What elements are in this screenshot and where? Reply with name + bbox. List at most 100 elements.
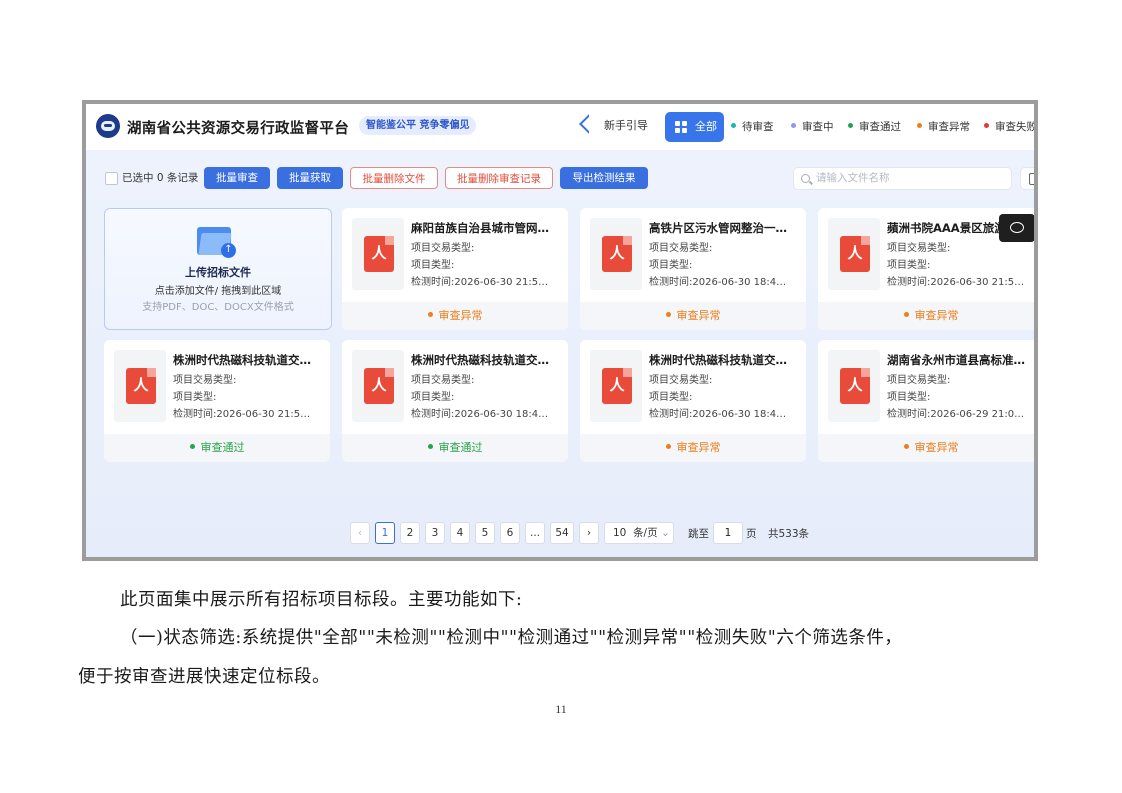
status-dot-icon: [917, 123, 922, 128]
page-2-button[interactable]: 2: [400, 522, 420, 544]
prev-page-button[interactable]: ‹: [350, 522, 370, 544]
send-icon: [579, 114, 599, 134]
tab-reviewing-label: 审查中: [802, 121, 834, 133]
top-bar: 湖南省公共资源交易行政监督平台 智能鉴公平 竞争零偏见 新手引导 全部 待审查 …: [86, 104, 1034, 150]
jump-page-input[interactable]: 1: [713, 522, 743, 544]
guide-button[interactable]: 新手引导: [579, 114, 648, 136]
file-card[interactable]: 株洲时代热磁科技轨道交… 项目交易类型: 项目类型: 检测时间:2026-06-…: [104, 340, 330, 462]
status-dot-icon: [903, 444, 909, 449]
pagination: ‹ 1 2 3 4 5 6 ... 54 › 10 条/页 ⌄ 跳至 1 页 共…: [86, 522, 1034, 544]
card-check-time: 检测时间:2026-06-30 21:5…: [411, 277, 549, 288]
toolbar: 已选中 0 条记录 批量审查 批量获取 批量删除文件 批量删除审查记录 导出检测…: [86, 164, 1034, 192]
robot-logo-icon: [96, 114, 120, 138]
page-1-button[interactable]: 1: [375, 522, 395, 544]
next-page-button[interactable]: ›: [579, 522, 599, 544]
scan-button[interactable]: [1020, 167, 1034, 190]
search-icon: [801, 174, 810, 183]
search-placeholder: 请输入文件名称: [816, 172, 890, 184]
file-card[interactable]: 麻阳苗族自治县城市管网… 项目交易类型: 项目类型: 检测时间:2026-06-…: [342, 208, 568, 330]
app-title: 湖南省公共资源交易行政监督平台: [127, 121, 349, 137]
status-dot-icon: [903, 312, 909, 317]
card-check-time: 检测时间:2026-06-30 21:5…: [887, 277, 1025, 288]
page-unit-label: 页: [746, 528, 757, 540]
eye-off-icon: [1010, 222, 1024, 233]
card-project-type: 项目类型:: [887, 260, 931, 271]
pdf-file-icon: [590, 350, 642, 422]
pdf-file-icon: [828, 218, 880, 290]
pdf-file-icon: [352, 350, 404, 422]
batch-delete-records-button[interactable]: 批量删除审查记录: [445, 167, 553, 189]
card-status: 审查通过: [342, 434, 568, 462]
card-trade-type: 项目交易类型:: [411, 243, 475, 254]
tab-all-label: 全部: [695, 120, 717, 133]
doc-paragraph-1: 此页面集中展示所有招标项目标段。主要功能如下:: [120, 590, 523, 610]
status-dot-icon: [791, 123, 796, 128]
tab-pending-label: 待审查: [742, 121, 774, 133]
card-trade-type: 项目交易类型:: [649, 375, 713, 386]
batch-review-button[interactable]: 批量审查: [204, 167, 270, 189]
select-all-checkbox[interactable]: [105, 172, 118, 185]
card-title: 湖南省永州市道县高标准…: [887, 353, 1025, 367]
upload-dropzone[interactable]: ↑ 上传招标文件 点击添加文件/ 拖拽到此区域 支持PDF、DOC、DOCX文件…: [104, 208, 332, 330]
card-title: 株洲时代热磁科技轨道交…: [411, 353, 549, 367]
page-size-select[interactable]: 10 条/页 ⌄: [604, 522, 674, 544]
card-title: 株洲时代热磁科技轨道交…: [173, 353, 311, 367]
pdf-file-icon: [352, 218, 404, 290]
card-trade-type: 项目交易类型:: [887, 375, 951, 386]
status-dot-icon: [984, 123, 989, 128]
tab-pending[interactable]: 待审查: [731, 120, 774, 134]
tab-all[interactable]: 全部: [665, 112, 724, 142]
jump-label: 跳至: [688, 528, 709, 540]
guide-label: 新手引导: [604, 119, 648, 132]
page-ellipsis[interactable]: ...: [525, 522, 545, 544]
page-number: 11: [555, 702, 567, 716]
card-check-time: 检测时间:2026-06-29 21:0…: [887, 409, 1025, 420]
card-check-time: 检测时间:2026-06-30 21:5…: [173, 409, 311, 420]
chevron-down-icon: ⌄: [660, 527, 670, 539]
card-title: 株洲时代热磁科技轨道交…: [649, 353, 787, 367]
card-project-type: 项目类型:: [411, 260, 455, 271]
tab-abnormal-label: 审查异常: [928, 121, 970, 133]
page-5-button[interactable]: 5: [475, 522, 495, 544]
status-dot-icon: [427, 444, 433, 449]
card-status: 审查异常: [580, 434, 806, 462]
total-count: 共533条: [768, 528, 810, 540]
card-check-time: 检测时间:2026-06-30 18:4…: [411, 409, 549, 420]
file-card[interactable]: 株洲时代热磁科技轨道交… 项目交易类型: 项目类型: 检测时间:2026-06-…: [580, 340, 806, 462]
card-project-type: 项目类型:: [649, 260, 693, 271]
card-trade-type: 项目交易类型:: [411, 375, 475, 386]
upload-formats: 支持PDF、DOC、DOCX文件格式: [142, 302, 294, 313]
file-card[interactable]: 株洲时代热磁科技轨道交… 项目交易类型: 项目类型: 检测时间:2026-06-…: [342, 340, 568, 462]
card-project-type: 项目类型:: [649, 392, 693, 403]
card-trade-type: 项目交易类型:: [649, 243, 713, 254]
tab-abnormal[interactable]: 审查异常: [917, 120, 970, 134]
pdf-file-icon: [828, 350, 880, 422]
card-status: 审查异常: [342, 302, 568, 330]
eye-toggle-button[interactable]: [999, 214, 1034, 242]
page-4-button[interactable]: 4: [450, 522, 470, 544]
selected-count: 已选中 0 条记录: [122, 172, 199, 184]
card-project-type: 项目类型:: [173, 392, 217, 403]
file-card[interactable]: 高铁片区污水管网整治一… 项目交易类型: 项目类型: 检测时间:2026-06-…: [580, 208, 806, 330]
tab-reviewing[interactable]: 审查中: [791, 120, 834, 134]
pdf-file-icon: [114, 350, 166, 422]
export-results-button[interactable]: 导出检测结果: [560, 167, 648, 189]
file-card[interactable]: 湖南省永州市道县高标准… 项目交易类型: 项目类型: 检测时间:2026-06-…: [818, 340, 1034, 462]
scan-icon: [1029, 173, 1034, 185]
status-dot-icon: [731, 123, 736, 128]
slogan-badge: 智能鉴公平 竞争零偏见: [359, 116, 477, 135]
card-check-time: 检测时间:2026-06-30 18:4…: [649, 277, 787, 288]
card-status: 审查异常: [818, 302, 1034, 330]
grid-icon: [675, 121, 687, 133]
batch-delete-files-button[interactable]: 批量删除文件: [350, 167, 438, 189]
batch-fetch-button[interactable]: 批量获取: [277, 167, 343, 189]
card-trade-type: 项目交易类型:: [173, 375, 237, 386]
page-3-button[interactable]: 3: [425, 522, 445, 544]
page-54-button[interactable]: 54: [550, 522, 574, 544]
tab-passed[interactable]: 审查通过: [848, 120, 901, 134]
tab-failed[interactable]: 审查失败: [984, 120, 1034, 134]
doc-paragraph-2: （一)状态筛选:系统提供"全部""未检测""检测中""检测通过""检测异常""检…: [120, 628, 903, 648]
search-input[interactable]: 请输入文件名称: [793, 167, 1012, 190]
upload-title: 上传招标文件: [185, 266, 251, 279]
page-6-button[interactable]: 6: [500, 522, 520, 544]
